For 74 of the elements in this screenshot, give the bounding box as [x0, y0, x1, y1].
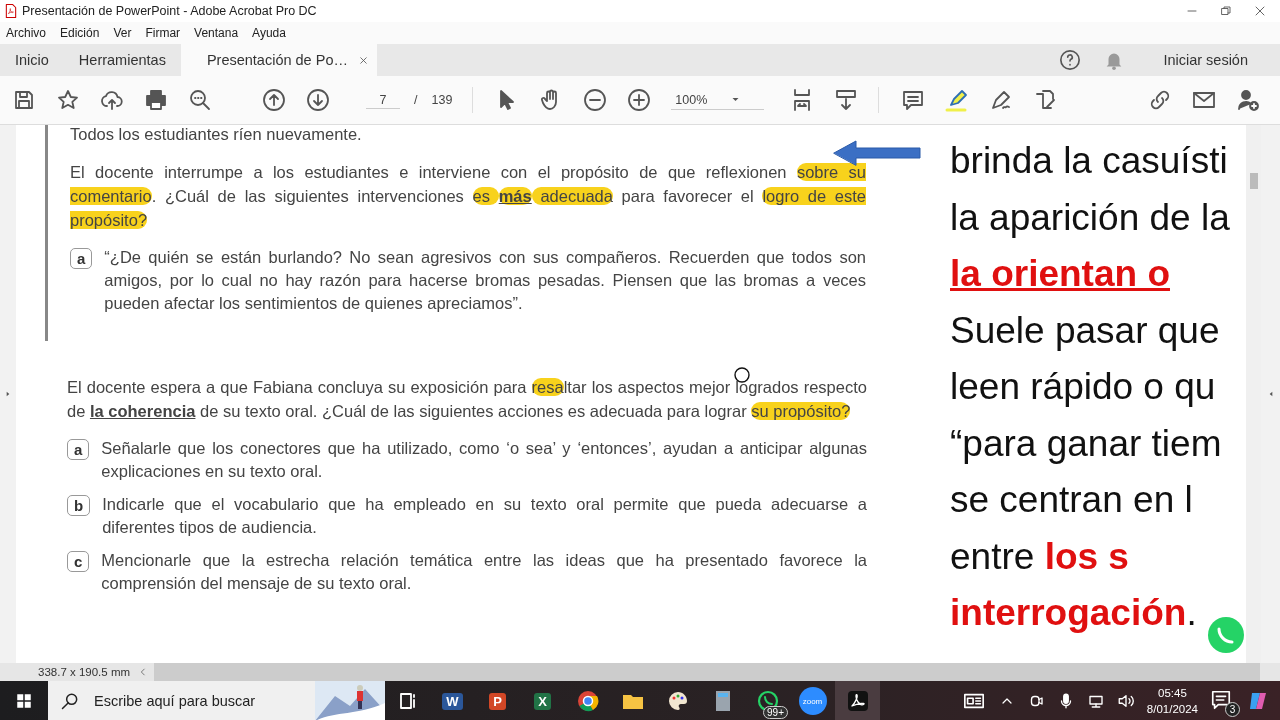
option-text: Señalarle que los conectores que ha utilizado, como ‘o sea’ y ‘entonces’, ayudan a anticipar algunas explicaciones en su texto oral. — [101, 438, 867, 482]
zoom-dropdown[interactable]: 100% — [671, 90, 765, 110]
text-line: “para ganar tiem — [950, 421, 1222, 466]
chrome-icon[interactable] — [575, 689, 600, 713]
zoom-out-icon[interactable] — [583, 88, 608, 112]
save-icon[interactable] — [12, 88, 36, 112]
count-badge: 99+ — [763, 706, 788, 719]
text-line: la orientan o — [950, 252, 1170, 296]
question-paragraph: El docente espera a que Fabiana concluya su exposición para resaltar los aspectos mejor logrados respecto de la coherencia de su texto oral. ¿Cuál de las siguientes acciones es adecuada para lograr su propósito? — [67, 377, 867, 422]
restore-icon[interactable] — [1220, 5, 1232, 17]
print-icon[interactable] — [144, 88, 168, 112]
text-line: entre los s — [950, 534, 1129, 579]
cursor-icon — [734, 367, 750, 383]
menu-item[interactable]: Archivo — [0, 24, 52, 42]
edit-document-icon[interactable] — [1033, 88, 1058, 112]
search-field[interactable]: Escribe aquí para buscar — [92, 692, 305, 710]
tab[interactable]: Herramientas — [63, 44, 181, 76]
text-line: la aparición de la — [950, 195, 1230, 240]
clock-time: 05:45 — [1158, 686, 1187, 701]
close-icon[interactable] — [357, 54, 369, 66]
option-letter: c — [67, 551, 90, 572]
option-letter: a — [70, 248, 93, 269]
arrow-icon — [832, 139, 924, 167]
excel-icon[interactable]: X — [534, 692, 551, 710]
text-line: interrogación. — [950, 591, 1197, 635]
question-paragraph: El docente interrumpe a los estudiantes e interviene con el propósito de que reflexionen sobre su comentario. ¿Cuál de las siguientes intervenciones es más adecuada para favorecer el logro de este propósito? — [70, 162, 866, 231]
tab[interactable]: Inicio — [0, 44, 64, 76]
page-number-field[interactable]: 7 — [366, 91, 400, 109]
scrollbar-thumb[interactable] — [1249, 173, 1258, 189]
windows-icon[interactable] — [15, 692, 33, 710]
zoom-in-icon[interactable] — [627, 88, 652, 112]
highlighter-icon[interactable] — [945, 88, 970, 112]
option-text: Mencionarle que la estrecha relación temática entre las ideas que ha presentado favorece la comprensión del mensaje de su texto oral. — [101, 550, 867, 594]
acrobat-icon[interactable] — [845, 689, 870, 713]
option-letter: a — [67, 439, 90, 460]
notification-icon[interactable] — [1210, 689, 1232, 711]
text-line: brinda la casuísti — [950, 139, 1228, 183]
volume-icon[interactable] — [1116, 692, 1135, 710]
option-text: “¿De quién se están burlando? No sean agresivos con sus compañeros. Recuerden que todos son amigos, por lo cual no hay razón para hacerse bromas pesadas. Piensen que las bromas a veces pueden afectar los sentimientos de quienes apreciamos”. — [104, 247, 866, 314]
word-icon[interactable]: W — [442, 692, 463, 710]
menu-item[interactable]: Ventana — [188, 24, 245, 42]
paragraph: Todos los estudiantes ríen nuevamente. — [70, 125, 363, 144]
menu-item[interactable]: Edición — [54, 24, 106, 42]
menu-item[interactable]: Ayuda — [246, 24, 292, 42]
search-icon[interactable] — [60, 691, 80, 711]
menu-item[interactable]: Ver — [107, 24, 138, 42]
comment-icon[interactable] — [901, 88, 926, 112]
star-icon[interactable] — [56, 88, 80, 112]
tab[interactable]: Presentación de Po… — [180, 44, 377, 76]
next-page-icon[interactable] — [306, 88, 330, 112]
page-separator: / — [414, 93, 418, 107]
text-line: leen rápido o qu — [950, 365, 1216, 409]
search-icon[interactable] — [188, 88, 212, 112]
option-text: Indicarle que el vocabulario que ha empleado en su texto oral permite que pueda adecuarse a diferentes tipos de audiencia. — [102, 494, 867, 538]
caret-icon[interactable] — [731, 95, 741, 104]
help-icon[interactable] — [1059, 49, 1082, 71]
page-count: 139 — [431, 93, 453, 107]
menu-item[interactable]: Firmar — [139, 24, 187, 42]
powerpoint-icon[interactable]: P — [489, 692, 506, 710]
count-badge: 3 — [1225, 702, 1240, 717]
add-user-icon[interactable] — [1236, 88, 1260, 112]
page-size: 338.7 x 190.5 mm — [37, 666, 132, 678]
keyboard-down-icon[interactable] — [834, 88, 859, 112]
pdf-icon — [4, 3, 18, 19]
clock-date: 8/01/2024 — [1146, 702, 1198, 717]
previous-page-icon[interactable] — [262, 88, 286, 112]
text-line: Suele pasar que — [950, 308, 1220, 353]
window-title: Presentación de PowerPoint - Adobe Acrobat Pro DC — [22, 4, 317, 18]
option-letter: b — [67, 495, 91, 516]
close-icon[interactable] — [1254, 5, 1266, 17]
sign-in-link[interactable]: Iniciar sesión — [1157, 51, 1254, 69]
text-line: se centran en l — [950, 478, 1193, 522]
cloud-upload-icon[interactable] — [100, 88, 124, 112]
search-box[interactable]: Escribe aquí para buscar — [48, 681, 385, 720]
